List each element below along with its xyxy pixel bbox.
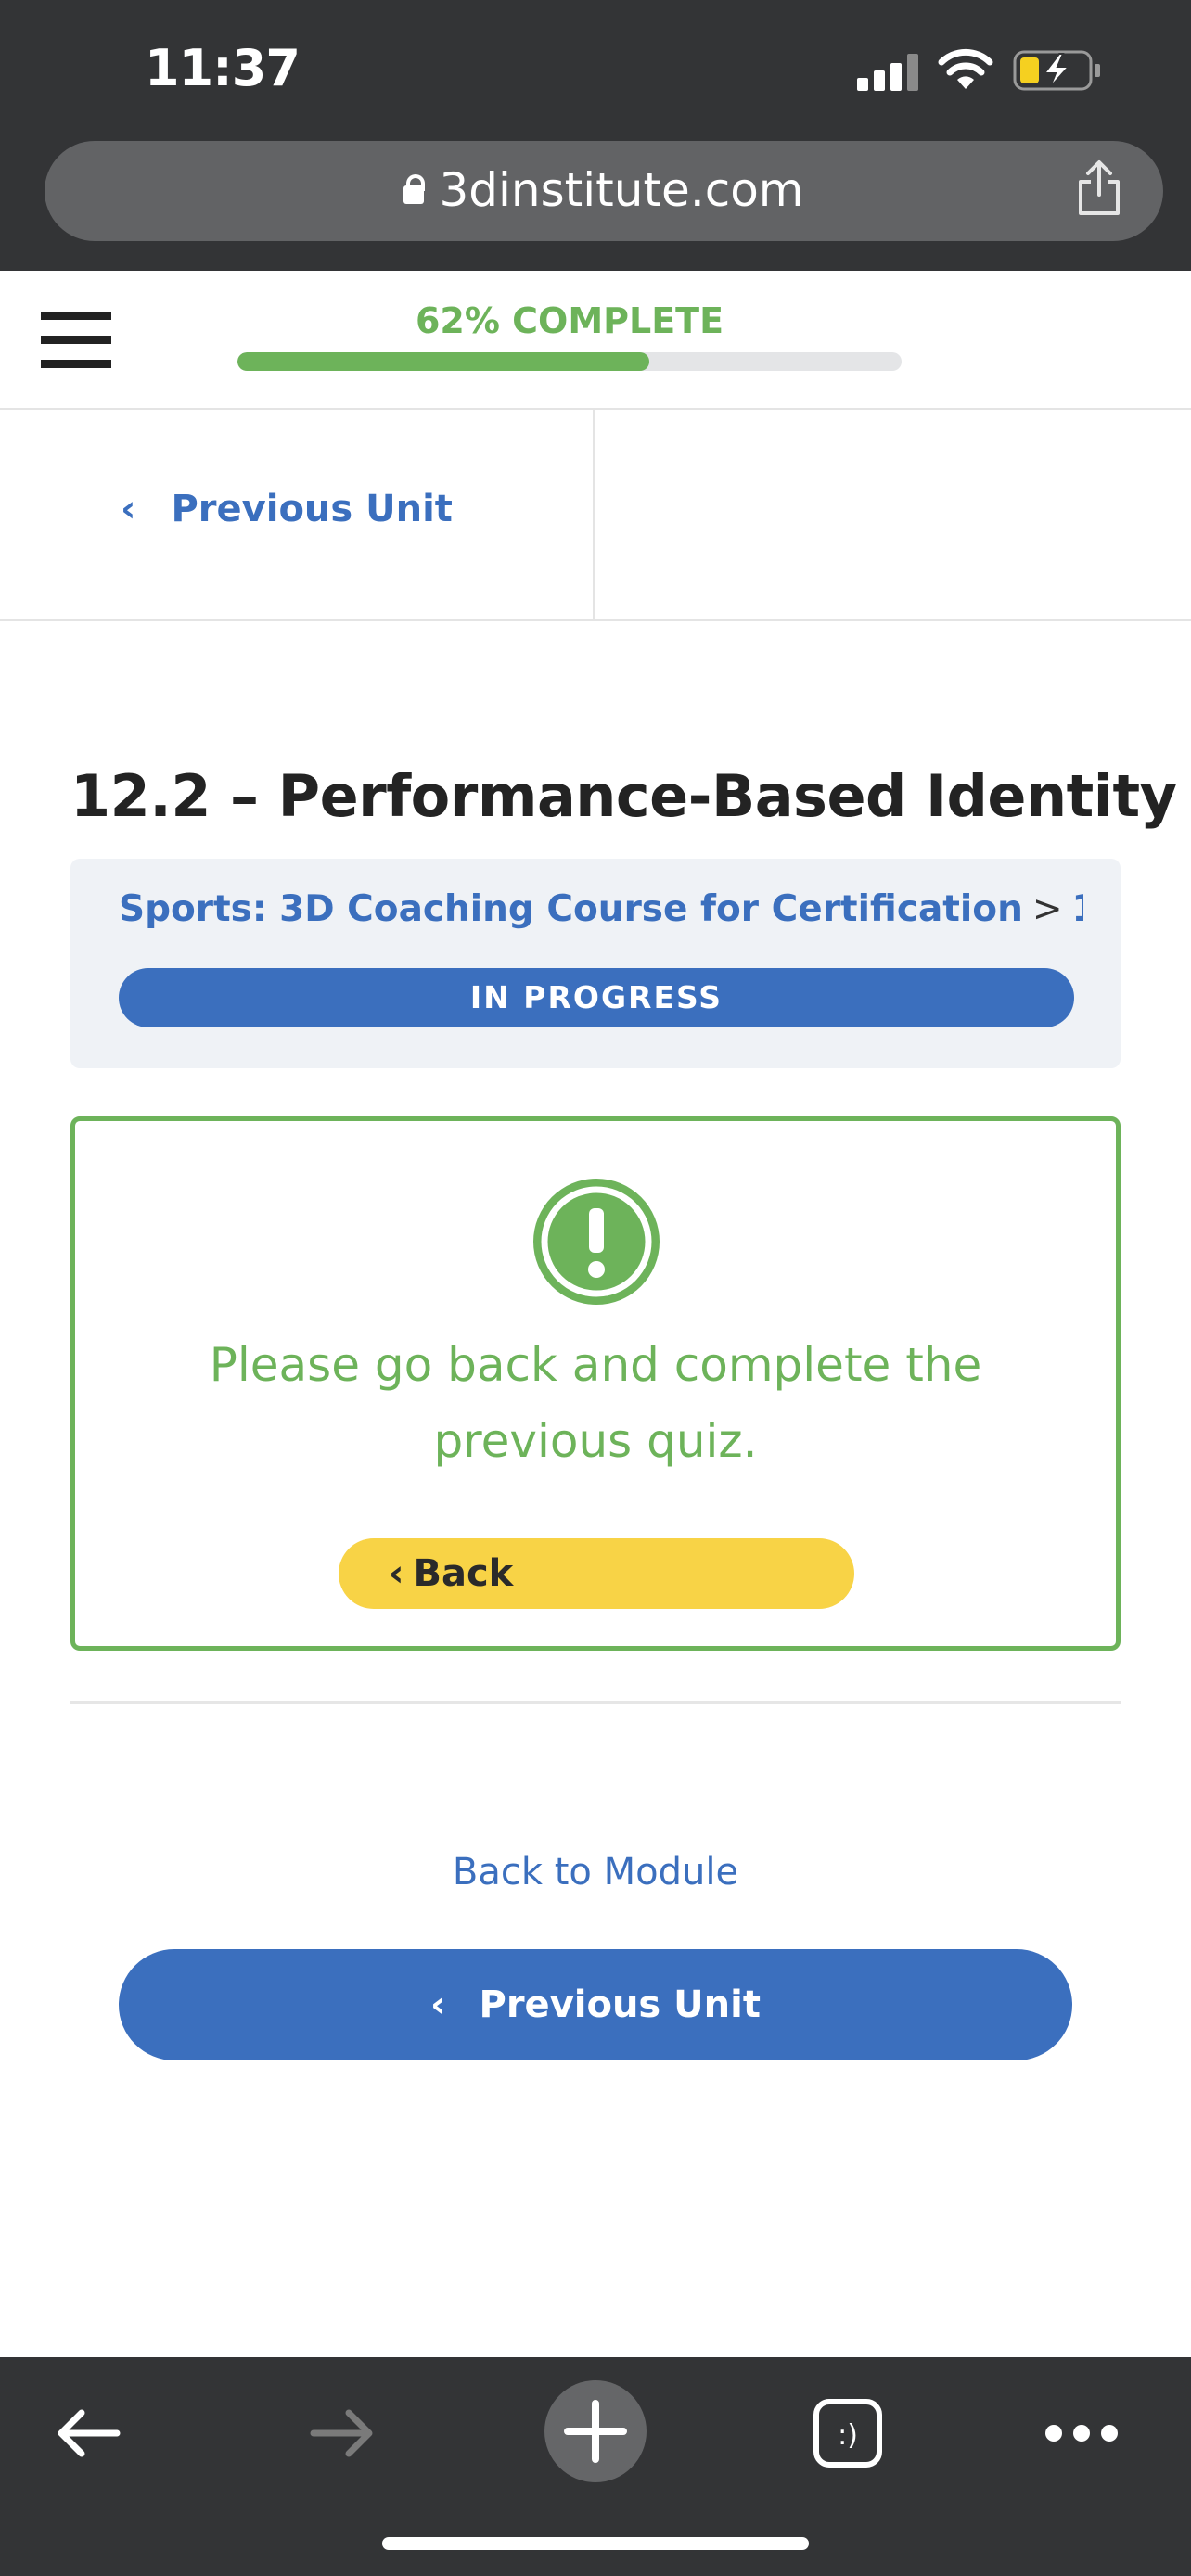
wifi-icon bbox=[938, 48, 993, 89]
exclamation-circle-icon bbox=[533, 1179, 660, 1305]
previous-unit-button-label: Previous Unit bbox=[479, 1983, 761, 2026]
hamburger-icon[interactable] bbox=[41, 312, 111, 369]
breadcrumb-module-link[interactable]: 12 bbox=[1072, 888, 1083, 930]
breadcrumb-separator: > bbox=[1031, 888, 1063, 930]
site-header: 62% COMPLETE bbox=[0, 271, 1191, 410]
url-bar[interactable]: 3dinstitute.com bbox=[45, 141, 1163, 241]
progress-bar-fill bbox=[237, 352, 649, 371]
tabs-icon[interactable]: :) bbox=[811, 2396, 885, 2470]
more-options-icon[interactable] bbox=[1043, 2415, 1121, 2452]
previous-unit-label: Previous Unit bbox=[171, 488, 453, 530]
back-button[interactable]: ‹ Back bbox=[339, 1538, 854, 1609]
browser-top-chrome: 11:37 3dinstitute.com bbox=[0, 0, 1191, 271]
progress-bar bbox=[237, 352, 902, 371]
chevron-left-icon: ‹ bbox=[430, 1983, 446, 2026]
new-tab-plus-icon[interactable] bbox=[544, 2379, 647, 2483]
breadcrumb-panel: Sports: 3D Coaching Course for Certifica… bbox=[70, 859, 1121, 1068]
back-to-module-link[interactable]: Back to Module bbox=[0, 1851, 1191, 1894]
page-title: 12.2 – Performance-Based Identity bbox=[70, 762, 1177, 830]
home-indicator bbox=[382, 2537, 809, 2550]
battery-charging-icon bbox=[1013, 50, 1100, 91]
status-time: 11:37 bbox=[145, 39, 301, 97]
section-divider bbox=[70, 1701, 1121, 1704]
back-button-label: Back bbox=[413, 1552, 514, 1595]
chevron-left-icon: ‹ bbox=[121, 488, 136, 530]
share-icon[interactable] bbox=[1076, 159, 1122, 217]
url-text: 3dinstitute.com bbox=[439, 163, 804, 217]
alert-message: Please go back and complete the previous… bbox=[209, 1338, 982, 1468]
previous-unit-link[interactable]: ‹ Previous Unit bbox=[121, 488, 453, 530]
back-arrow-icon[interactable] bbox=[52, 2396, 126, 2470]
status-badge: IN PROGRESS bbox=[119, 968, 1074, 1027]
unit-navigation: ‹ Previous Unit bbox=[0, 410, 1191, 621]
breadcrumb-course-link[interactable]: Sports: 3D Coaching Course for Certifica… bbox=[119, 888, 1023, 930]
progress-label: 62% COMPLETE bbox=[415, 300, 724, 341]
chevron-left-icon: ‹ bbox=[389, 1552, 404, 1595]
previous-unit-button[interactable]: ‹ Previous Unit bbox=[119, 1949, 1072, 2060]
lock-icon bbox=[403, 174, 426, 204]
forward-arrow-icon[interactable] bbox=[304, 2396, 378, 2470]
svg-text::): :) bbox=[838, 2419, 858, 2452]
signal-icon bbox=[857, 54, 918, 91]
breadcrumb: Sports: 3D Coaching Course for Certifica… bbox=[119, 888, 1083, 930]
divider bbox=[593, 410, 595, 619]
quiz-alert-box: Please go back and complete the previous… bbox=[70, 1116, 1121, 1651]
